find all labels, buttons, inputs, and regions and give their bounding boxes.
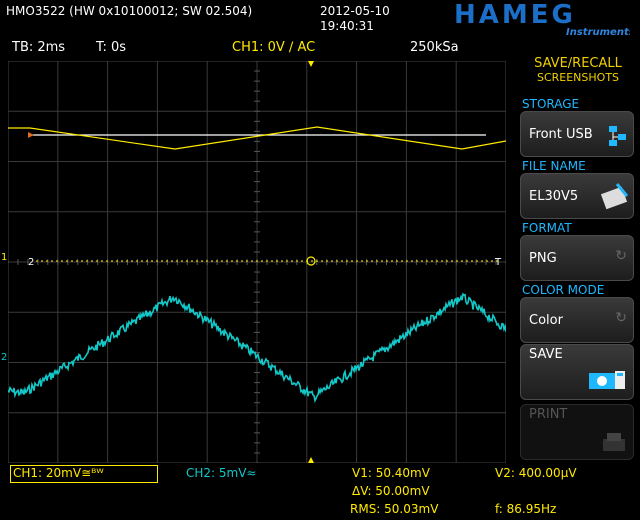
waveform-display[interactable]: 2 T (8, 61, 506, 463)
brand-text: HAMEG (454, 2, 576, 30)
colormode-head: COLOR MODE (522, 283, 605, 297)
camera-save-icon (589, 371, 625, 389)
printer-icon (603, 433, 625, 451)
colormode-value: Color (529, 312, 563, 328)
colormode-button[interactable]: Color ↻ (520, 297, 634, 343)
ch1-scale-box[interactable]: CH1: 20mV≅ᴮᵂ (10, 465, 158, 483)
trigger-time-label[interactable]: T: 0s (96, 40, 126, 55)
print-button[interactable]: PRINT (520, 404, 634, 460)
time-label: 19:40:31 (320, 19, 374, 33)
ch2-left-marker: 2 (1, 352, 8, 363)
save-label: SAVE (529, 347, 563, 362)
dv-readout: ΔV: 50.00mV (352, 484, 430, 498)
storage-button[interactable]: Front USB (520, 111, 634, 157)
ch2-mid-marker: 2 (28, 257, 34, 268)
save-button[interactable]: SAVE (520, 344, 634, 400)
filename-button[interactable]: EL30V5 (520, 173, 634, 219)
v1-readout: V1: 50.40mV (352, 466, 430, 480)
cycle-arrow-icon: ↻ (615, 248, 627, 264)
sample-rate-label: 250kSa (410, 40, 459, 55)
hameg-logo: HAMEG Instruments (452, 0, 635, 38)
ch1-scale: CH1: 20mV≅ᴮᵂ (13, 466, 104, 480)
filename-head: FILE NAME (522, 159, 586, 173)
rms-readout: RMS: 50.03mV (350, 502, 439, 516)
softkey-menu: SAVE/RECALL SCREENSHOTS (516, 56, 640, 84)
format-value: PNG (529, 250, 557, 266)
format-head: FORMAT (522, 221, 572, 235)
format-button[interactable]: PNG ↻ (520, 235, 634, 281)
ch2-scale[interactable]: CH2: 5mV≈ (186, 466, 256, 480)
keyboard-edit-icon (601, 183, 629, 210)
v2-readout: V2: 400.00µV (495, 466, 577, 480)
trig-right-marker: T (494, 257, 502, 268)
freq-readout: f: 86.95Hz (495, 502, 557, 516)
date-label: 2012-05-10 (320, 4, 390, 18)
ch1-coupling-label[interactable]: CH1: 0V ∕ AC (232, 40, 315, 55)
menu-title-1: SAVE/RECALL (534, 56, 622, 71)
menu-title-2: SCREENSHOTS (536, 71, 620, 84)
brand-sub: Instruments (566, 27, 630, 36)
info-bar: TB: 2ms T: 0s CH1: 0V ∕ AC 250kSa (0, 40, 516, 58)
cycle-arrow-icon: ↻ (615, 310, 627, 326)
storage-value: Front USB (529, 126, 593, 142)
print-label: PRINT (529, 407, 568, 422)
timebase-label[interactable]: TB: 2ms (12, 40, 65, 55)
usb-folder-icon (609, 126, 626, 146)
storage-head: STORAGE (522, 97, 580, 111)
ch1-left-marker: 1 (1, 252, 8, 263)
device-info: HMO3522 (HW 0x10100012; SW 02.504) (6, 4, 253, 18)
filename-value: EL30V5 (529, 188, 579, 204)
